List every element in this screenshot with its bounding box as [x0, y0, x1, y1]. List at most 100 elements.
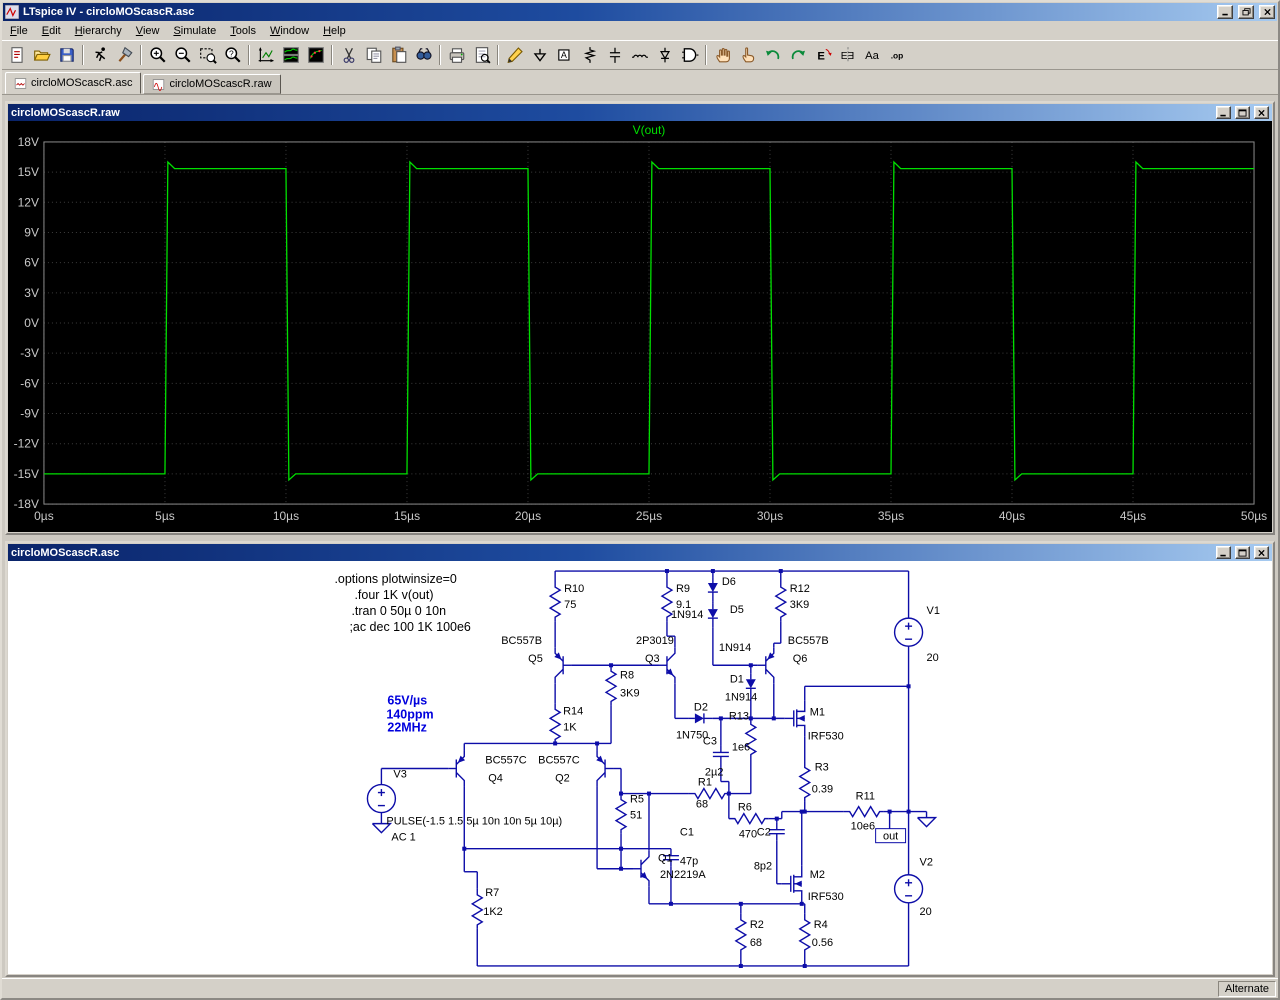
component-C3[interactable]: [712, 745, 729, 764]
toolbar-button-paste[interactable]: [386, 43, 411, 67]
toolbar-button-cut[interactable]: [336, 43, 361, 67]
spice-directive-text: .tran 0 50µ 0 10n: [351, 604, 446, 618]
schematic-window-titlebar[interactable]: circloMOScascR.asc: [8, 544, 1272, 561]
component-Q5[interactable]: [554, 647, 572, 684]
toolbar-button-autorange-y-axis[interactable]: [253, 43, 278, 67]
component-R10[interactable]: [548, 581, 562, 622]
tab-circloMOScascR.asc[interactable]: circloMOScascR.asc: [5, 72, 142, 94]
menu-simulate[interactable]: Simulate: [166, 23, 223, 39]
component-R11[interactable]: [843, 805, 884, 818]
toolbar-button-place-capacitor[interactable]: [602, 43, 627, 67]
minimize-button[interactable]: [1217, 5, 1233, 19]
tab-circloMOScascR.raw[interactable]: circloMOScascR.raw: [143, 74, 281, 94]
toolbar-button-label-net[interactable]: [552, 43, 577, 67]
title-bar[interactable]: LTspice IV - circloMOScascR.asc: [3, 3, 1277, 21]
toolbar-button-move[interactable]: [710, 43, 735, 67]
component-Q3[interactable]: [658, 647, 676, 684]
waveform-plot-area[interactable]: 0µs 5µs 10µs 15µs 20µs 25µs 30µs 35µs 40µs 45µs 50…: [8, 121, 1272, 532]
menu-edit[interactable]: Edit: [35, 23, 68, 39]
toolbar-button-mark-data-points[interactable]: [303, 43, 328, 67]
toolbar-button-copy[interactable]: [361, 43, 386, 67]
close-button[interactable]: [1259, 5, 1275, 19]
component-Q4[interactable]: [448, 750, 466, 787]
component-R14[interactable]: [548, 703, 562, 744]
toolbar-button-print[interactable]: [444, 43, 469, 67]
component-Q6[interactable]: [757, 647, 775, 684]
toolbar-button-save[interactable]: [54, 43, 79, 67]
trace-vout[interactable]: [43, 160, 1255, 482]
component-R5[interactable]: [614, 793, 628, 834]
toolbar-button-run-simulation[interactable]: [87, 43, 112, 67]
waveform-window-titlebar[interactable]: circloMOScascR.raw: [8, 104, 1272, 121]
toolbar-button-rotate[interactable]: [810, 43, 835, 67]
toolbar-button-zoom-full-extents[interactable]: [220, 43, 245, 67]
toolbar-button-find[interactable]: [411, 43, 436, 67]
component-M2[interactable]: [781, 865, 803, 902]
component-D5[interactable]: [707, 603, 718, 628]
toolbar-button-drag[interactable]: [735, 43, 760, 67]
menu-file[interactable]: File: [3, 23, 35, 39]
tabsch-icon: [15, 78, 26, 88]
menu-help[interactable]: Help: [316, 23, 353, 39]
component-Q1[interactable]: [633, 850, 650, 887]
menu-tools[interactable]: Tools: [223, 23, 263, 39]
toolbar-button-place-ground[interactable]: [527, 43, 552, 67]
x-tick-label: 50µs: [1241, 509, 1267, 523]
waveform-close-button[interactable]: [1254, 106, 1269, 119]
toolbar-button-draw-wire[interactable]: [502, 43, 527, 67]
toolbar-button-place-inductor[interactable]: [627, 43, 652, 67]
waveform-minimize-button[interactable]: [1216, 106, 1231, 119]
component-value-R8: 3K9: [620, 687, 640, 699]
toolbar-button-redo[interactable]: [785, 43, 810, 67]
component-R8[interactable]: [604, 665, 618, 706]
toolbar-button-plot-panes[interactable]: [278, 43, 303, 67]
cut-icon: [344, 48, 354, 62]
component-V2[interactable]: [893, 874, 924, 904]
toolbar-button-mirror[interactable]: [835, 43, 860, 67]
menu-window[interactable]: Window: [263, 23, 316, 39]
component-R12[interactable]: [774, 581, 788, 622]
toolbar-button-place-diode[interactable]: [652, 43, 677, 67]
toolbar-button-zoom-area[interactable]: [195, 43, 220, 67]
component-R1[interactable]: [688, 787, 729, 800]
component-R6[interactable]: [728, 812, 769, 825]
component-name-Q2: Q2: [555, 773, 570, 785]
toolbar-button-spice-directive[interactable]: [885, 43, 910, 67]
toolbar-button-open-file[interactable]: [29, 43, 54, 67]
toolbar-button-halt-simulation[interactable]: [112, 43, 137, 67]
component-D6[interactable]: [707, 577, 718, 602]
trace-title[interactable]: V(out): [633, 123, 666, 137]
menu-view[interactable]: View: [129, 23, 167, 39]
toolbar-button-place-component[interactable]: [677, 43, 702, 67]
schematic-minimize-button[interactable]: [1216, 546, 1231, 559]
component-D2[interactable]: [688, 713, 713, 724]
print-icon: [450, 49, 464, 63]
component-name-R7: R7: [485, 887, 499, 899]
waveform-maximize-button[interactable]: [1235, 106, 1250, 119]
y-tick-label: 0V: [24, 316, 39, 330]
component-Q2[interactable]: [596, 750, 614, 787]
component-value-R3: 0.39: [812, 784, 833, 796]
schematic-maximize-button[interactable]: [1235, 546, 1250, 559]
component-R7[interactable]: [470, 888, 484, 929]
toolbar-button-undo[interactable]: [760, 43, 785, 67]
toolbar-button-place-resistor[interactable]: [577, 43, 602, 67]
toolbar-button-place-text[interactable]: [860, 43, 885, 67]
component-M1[interactable]: [784, 700, 806, 737]
restore-button[interactable]: [1238, 5, 1254, 19]
menu-hierarchy[interactable]: Hierarchy: [68, 23, 129, 39]
schematic-close-button[interactable]: [1254, 546, 1269, 559]
x-tick-label: 5µs: [155, 509, 175, 523]
toolbar-button-zoom-in[interactable]: [145, 43, 170, 67]
component-R4[interactable]: [798, 913, 812, 954]
component-V3[interactable]: [366, 783, 397, 814]
toolbar-button-new-schematic[interactable]: [4, 43, 29, 67]
component-R3[interactable]: [798, 761, 812, 802]
component-C2[interactable]: [768, 822, 785, 841]
toolbar-button-zoom-back[interactable]: [170, 43, 195, 67]
schematic-canvas-area[interactable]: R10 75 R9 9.1 R12 3K9 D6 1N914 D5 1N914 V1 20 Q5 BC55…: [8, 561, 1272, 974]
component-R2[interactable]: [734, 913, 748, 954]
toolbar-button-print-preview[interactable]: [469, 43, 494, 67]
tabwave-icon: [154, 79, 165, 90]
component-V1[interactable]: [893, 617, 924, 647]
